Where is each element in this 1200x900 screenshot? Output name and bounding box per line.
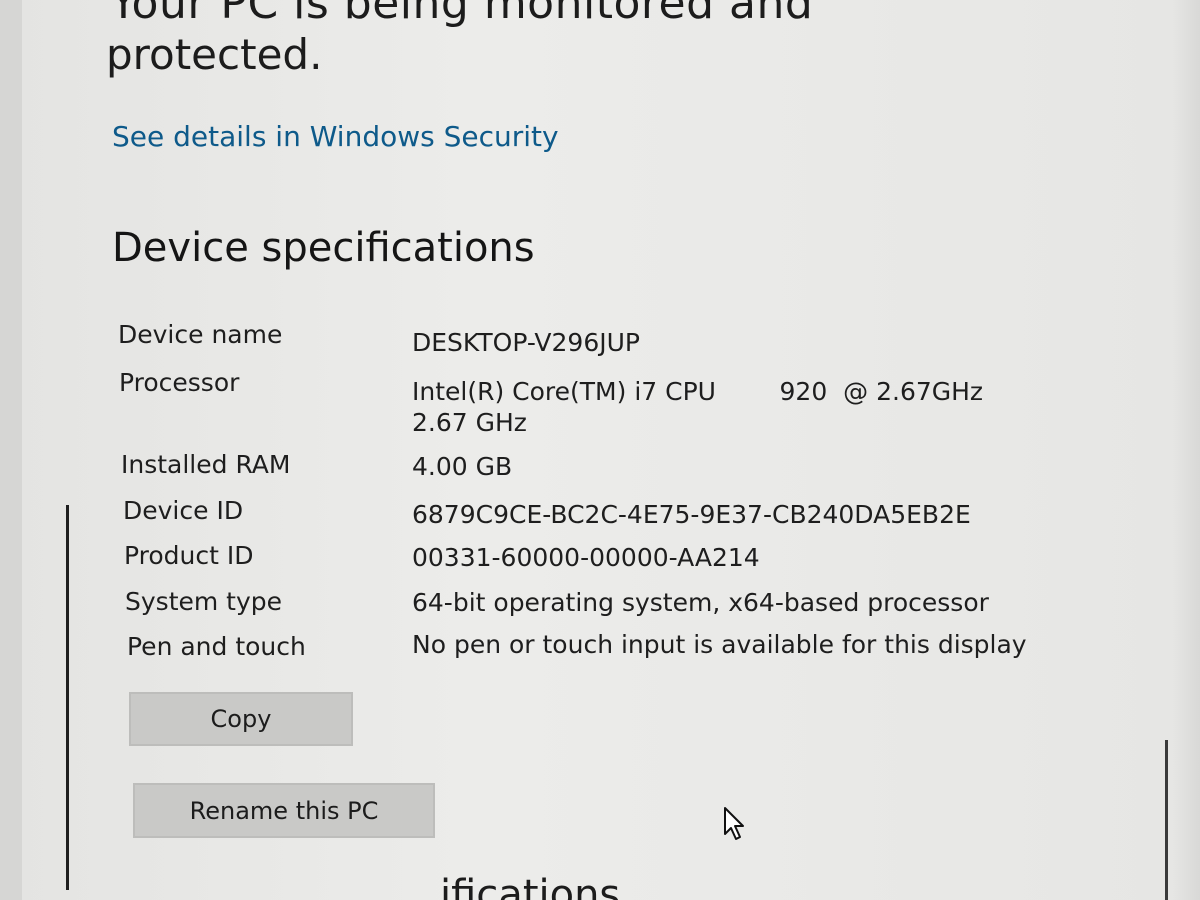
spec-value-installed-ram: 4.00 GB — [412, 452, 513, 481]
spec-label-device-id: Device ID — [123, 496, 244, 525]
spec-label-system-type: System type — [125, 587, 283, 616]
spec-value-product-id: 00331-60000-00000-AA214 — [412, 543, 760, 572]
left-window-edge — [0, 0, 22, 900]
right-shadow — [1172, 0, 1200, 900]
next-section-heading-partial: ifications — [440, 872, 621, 900]
spec-label-device-name: Device name — [118, 320, 283, 349]
copy-button[interactable]: Copy — [129, 692, 353, 746]
windows-security-link[interactable]: See details in Windows Security — [112, 120, 559, 153]
left-divider — [66, 505, 69, 890]
settings-about-page: Your PC is being monitored and protected… — [0, 0, 1200, 900]
spec-value-processor-speed: 2.67 GHz — [412, 408, 527, 437]
spec-value-device-id: 6879C9CE-BC2C-4E75-9E37-CB240DA5EB2E — [412, 500, 971, 529]
spec-value-processor: Intel(R) Core(TM) i7 CPU 920 @ 2.67GHz — [412, 377, 984, 406]
spec-value-system-type: 64-bit operating system, x64-based proce… — [412, 588, 989, 617]
protection-status-line1: Your PC is being monitored and — [110, 0, 814, 29]
rename-pc-button[interactable]: Rename this PC — [133, 783, 435, 838]
rename-pc-button-label: Rename this PC — [189, 796, 379, 825]
spec-label-processor: Processor — [119, 368, 240, 397]
spec-label-pen-and-touch: Pen and touch — [127, 632, 306, 661]
mouse-pointer-icon — [724, 807, 744, 840]
device-specifications-title: Device specifications — [112, 225, 535, 271]
right-window-edge — [1165, 740, 1168, 900]
spec-label-product-id: Product ID — [124, 541, 254, 570]
spec-value-device-name: DESKTOP-V296JUP — [412, 328, 640, 357]
protection-status-line2: protected. — [106, 30, 323, 79]
spec-label-installed-ram: Installed RAM — [121, 450, 291, 479]
spec-value-pen-and-touch: No pen or touch input is available for t… — [412, 630, 1027, 659]
copy-button-label: Copy — [210, 705, 272, 733]
